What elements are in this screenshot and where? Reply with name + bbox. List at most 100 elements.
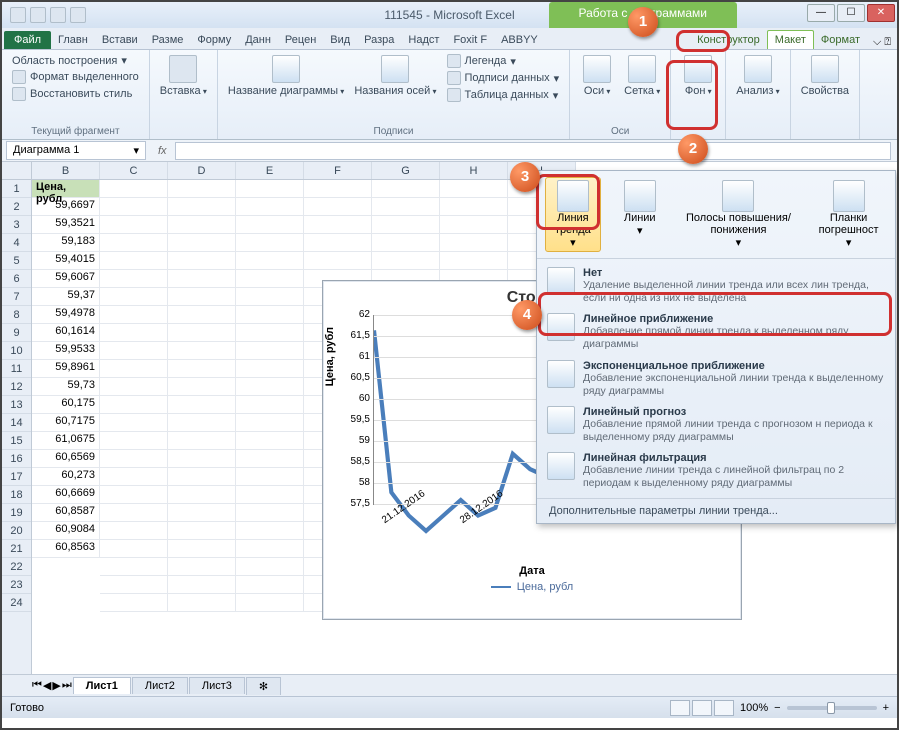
- fx-label[interactable]: fx: [150, 145, 175, 157]
- axis-titles-button[interactable]: Названия осей: [350, 53, 440, 99]
- cell[interactable]: [100, 558, 168, 576]
- cell[interactable]: [440, 180, 508, 198]
- new-sheet-button[interactable]: ✻: [246, 677, 281, 695]
- cell-B5[interactable]: 59,4015: [32, 252, 100, 270]
- col-header-G[interactable]: G: [372, 162, 440, 179]
- tab-developer[interactable]: Разра: [357, 31, 401, 49]
- cell[interactable]: [168, 504, 236, 522]
- cell[interactable]: [100, 468, 168, 486]
- cell[interactable]: [440, 234, 508, 252]
- zoom-slider[interactable]: [787, 706, 877, 710]
- sheet-tab-1[interactable]: Лист1: [73, 677, 131, 694]
- cell[interactable]: [168, 306, 236, 324]
- zoom-in-button[interactable]: +: [883, 702, 889, 714]
- cell[interactable]: [304, 252, 372, 270]
- cell[interactable]: [100, 252, 168, 270]
- row-header[interactable]: 12: [2, 378, 31, 396]
- cell[interactable]: [372, 252, 440, 270]
- cell[interactable]: [100, 306, 168, 324]
- view-normal-button[interactable]: [670, 700, 690, 716]
- cell[interactable]: [100, 216, 168, 234]
- tab-view[interactable]: Вид: [323, 31, 357, 49]
- cell[interactable]: [168, 252, 236, 270]
- cell[interactable]: [304, 198, 372, 216]
- updown-bars-dropdown[interactable]: Полосы повышения/понижения ▾: [679, 177, 798, 252]
- redo-icon[interactable]: [70, 7, 86, 23]
- row-header[interactable]: 20: [2, 522, 31, 540]
- cell-B19[interactable]: 60,8587: [32, 504, 100, 522]
- cell[interactable]: [236, 216, 304, 234]
- cell[interactable]: [372, 234, 440, 252]
- cell-B17[interactable]: 60,273: [32, 468, 100, 486]
- cell[interactable]: [100, 198, 168, 216]
- tab-layout[interactable]: Макет: [767, 30, 814, 49]
- cell[interactable]: [236, 252, 304, 270]
- row-header[interactable]: 6: [2, 270, 31, 288]
- name-box[interactable]: Диаграмма 1▾: [6, 141, 146, 160]
- cell[interactable]: [100, 360, 168, 378]
- tab-abbyy[interactable]: ABBYY: [494, 31, 545, 49]
- cell[interactable]: [100, 270, 168, 288]
- row-header[interactable]: 2: [2, 198, 31, 216]
- tab-design[interactable]: Конструктор: [690, 31, 767, 49]
- row-header[interactable]: 16: [2, 450, 31, 468]
- cell[interactable]: [236, 234, 304, 252]
- format-selection-button[interactable]: Формат выделенного: [8, 69, 143, 85]
- view-pagelayout-button[interactable]: [692, 700, 712, 716]
- row-header[interactable]: 18: [2, 486, 31, 504]
- cell-B18[interactable]: 60,6669: [32, 486, 100, 504]
- cell[interactable]: [372, 198, 440, 216]
- legend-button[interactable]: Легенда ▾: [443, 53, 564, 69]
- cell-B6[interactable]: 59,6067: [32, 270, 100, 288]
- tab-home[interactable]: Главн: [51, 31, 95, 49]
- cell[interactable]: [100, 414, 168, 432]
- cell[interactable]: [236, 594, 304, 612]
- cell-B21[interactable]: 60,8563: [32, 540, 100, 558]
- cell-B11[interactable]: 59,8961: [32, 360, 100, 378]
- cell[interactable]: [236, 180, 304, 198]
- cell[interactable]: [168, 414, 236, 432]
- cell[interactable]: [236, 378, 304, 396]
- cell[interactable]: [100, 522, 168, 540]
- cell-B10[interactable]: 59,9533: [32, 342, 100, 360]
- maximize-button[interactable]: ☐: [837, 4, 865, 22]
- cell[interactable]: [236, 414, 304, 432]
- cell-B14[interactable]: 60,7175: [32, 414, 100, 432]
- minimize-button[interactable]: —: [807, 4, 835, 22]
- cell[interactable]: [168, 180, 236, 198]
- col-header-F[interactable]: F: [304, 162, 372, 179]
- zoom-out-button[interactable]: −: [774, 702, 780, 714]
- trendline-option-2[interactable]: Экспоненциальное приближениеДобавление э…: [537, 356, 895, 402]
- row-header[interactable]: 1: [2, 180, 31, 198]
- undo-icon[interactable]: [50, 7, 66, 23]
- axes-button[interactable]: Оси: [576, 53, 618, 99]
- cell[interactable]: [168, 324, 236, 342]
- analysis-button[interactable]: Анализ: [732, 53, 783, 99]
- cell[interactable]: [100, 504, 168, 522]
- reset-style-button[interactable]: Восстановить стиль: [8, 86, 143, 102]
- cell-B9[interactable]: 60,1614: [32, 324, 100, 342]
- cell[interactable]: [100, 288, 168, 306]
- row-header[interactable]: 15: [2, 432, 31, 450]
- row-header[interactable]: 22: [2, 558, 31, 576]
- trendline-dropdown[interactable]: Линия тренда ▾: [545, 177, 601, 252]
- cell[interactable]: [168, 486, 236, 504]
- row-header[interactable]: 23: [2, 576, 31, 594]
- cell[interactable]: [372, 216, 440, 234]
- trendline-option-1[interactable]: Линейное приближениеДобавление прямой ли…: [537, 309, 895, 355]
- cell[interactable]: [236, 396, 304, 414]
- cell-B15[interactable]: 61,0675: [32, 432, 100, 450]
- cell[interactable]: [236, 270, 304, 288]
- cell[interactable]: [100, 450, 168, 468]
- cell-B8[interactable]: 59,4978: [32, 306, 100, 324]
- trendline-option-0[interactable]: НетУдаление выделенной линии тренда или …: [537, 263, 895, 309]
- cell[interactable]: [304, 234, 372, 252]
- cell[interactable]: [168, 270, 236, 288]
- more-trendline-options[interactable]: Дополнительные параметры линии тренда...: [537, 498, 895, 523]
- row-header[interactable]: 17: [2, 468, 31, 486]
- cell-B2[interactable]: 59,6697: [32, 198, 100, 216]
- cell[interactable]: [236, 360, 304, 378]
- error-bars-dropdown[interactable]: Планки погрешност ▾: [810, 177, 887, 252]
- row-header[interactable]: 5: [2, 252, 31, 270]
- cell[interactable]: [100, 378, 168, 396]
